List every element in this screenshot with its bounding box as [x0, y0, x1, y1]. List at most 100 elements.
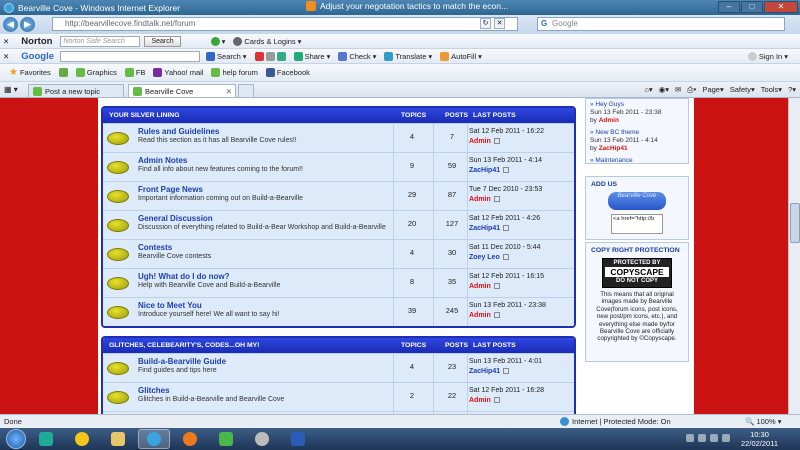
browser-search-input[interactable]: Google — [537, 17, 785, 31]
google-tools-icons[interactable] — [254, 51, 286, 61]
taskbar-word-icon[interactable] — [282, 429, 314, 449]
go-to-last-post-icon[interactable] — [503, 368, 510, 375]
forum-title-link[interactable]: Admin Notes — [138, 156, 187, 165]
last-post-author[interactable]: Admin — [469, 138, 491, 145]
recent-topic[interactable]: » Hey Guys Sun 13 Feb 2011 - 23:38 by Admi… — [586, 101, 688, 125]
maximize-button[interactable]: □ — [741, 1, 763, 13]
last-post-author[interactable]: Admin — [469, 283, 491, 290]
home-icon[interactable]: ⌂▾ — [644, 85, 652, 95]
forum-title-link[interactable]: Front Page News — [138, 185, 203, 194]
recent-topic-title[interactable]: » New BC theme — [590, 129, 688, 137]
ad-notice[interactable]: Adjust your negotation tactics to match … — [306, 1, 508, 11]
minimize-button[interactable]: – — [718, 1, 740, 13]
favorites-button[interactable]: ★ Favorites — [9, 67, 51, 78]
forum-row[interactable]: General Discussion Discussion of everythi… — [103, 210, 574, 239]
recent-topic-title[interactable]: » Hey Guys — [590, 101, 688, 109]
cards-logins-button[interactable]: Cards & Logins ▾ — [233, 36, 301, 46]
recent-topic[interactable]: » Maintenance — [586, 157, 688, 165]
taskbar-media-icon[interactable] — [30, 429, 62, 449]
stop-icon[interactable]: ✕ — [494, 18, 505, 29]
fav-fb[interactable]: FB — [124, 68, 145, 77]
forum-row[interactable]: Ugh! What do I do now? Help with Bearvill… — [103, 268, 574, 297]
sign-in-button[interactable]: Sign In ▾ — [747, 51, 788, 61]
norton-check-icon[interactable]: ▾ — [210, 36, 225, 46]
forum-row[interactable]: Build-a-Bearville Guide Find guides and t… — [103, 353, 574, 382]
go-to-last-post-icon[interactable] — [503, 225, 510, 232]
go-to-last-post-icon[interactable] — [502, 254, 509, 261]
scrollbar-thumb[interactable] — [790, 203, 800, 243]
feeds-icon[interactable]: ◉▾ — [659, 85, 669, 95]
go-to-last-post-icon[interactable] — [493, 397, 500, 404]
fav-facebook[interactable]: Facebook — [265, 68, 310, 77]
mail-icon[interactable]: ✉ — [675, 85, 681, 95]
close-toolbar-icon[interactable]: ✕ — [3, 37, 9, 46]
fav-help-forum[interactable]: help forum — [211, 68, 258, 77]
tray-icon[interactable] — [710, 434, 718, 442]
taskbar-messenger-icon[interactable] — [210, 429, 242, 449]
last-post-author[interactable]: Admin — [469, 196, 491, 203]
go-to-last-post-icon[interactable] — [493, 312, 500, 319]
go-to-last-post-icon[interactable] — [503, 167, 510, 174]
link-code-box[interactable]: <a href="http://b — [611, 214, 663, 234]
norton-search-button[interactable]: Search — [144, 35, 181, 47]
forum-row[interactable]: Contests Bearville Cove contests 4 30 Sat 11… — [103, 239, 574, 268]
taskbar-folder-icon[interactable] — [102, 429, 134, 449]
forum-row[interactable]: Front Page News Important information com… — [103, 181, 574, 210]
autofill-button[interactable]: AutoFill ▾ — [440, 51, 482, 61]
tools-menu[interactable]: Tools▾ — [761, 85, 782, 95]
tray-icon[interactable] — [698, 434, 706, 442]
recent-topic-author[interactable]: ZacHip41 — [599, 145, 628, 152]
share-button[interactable]: Share ▾ — [293, 51, 330, 61]
print-icon[interactable]: ⎙▾ — [687, 85, 696, 95]
last-post-author[interactable]: Zoey Leo — [469, 254, 500, 261]
add-us-logo[interactable]: Bearville Cove — [608, 192, 666, 210]
page-menu[interactable]: Page▾ — [702, 85, 723, 95]
last-post-author[interactable]: Admin — [469, 397, 491, 404]
fav-graphics[interactable]: Graphics — [75, 68, 117, 77]
refresh-icon[interactable]: ↻ — [480, 18, 491, 29]
check-button[interactable]: Check ▾ — [338, 51, 376, 61]
back-button[interactable]: ◀ — [3, 17, 18, 32]
go-to-last-post-icon[interactable] — [493, 283, 500, 290]
forum-row[interactable]: Rules and Guidelines Read this section as… — [103, 123, 574, 152]
norton-search-input[interactable]: Norton Safe Search — [60, 35, 141, 47]
taskbar-norton-icon[interactable] — [66, 429, 98, 449]
taskbar-ie-icon[interactable] — [138, 429, 170, 449]
tab-bearville-cove[interactable]: Bearville Cove ✕ — [128, 84, 236, 97]
copyscape-badge[interactable]: PROTECTED BY COPYSCAPE DO NOT COPY — [602, 258, 672, 288]
ad-text[interactable]: Adjust your negotation tactics to match … — [320, 1, 508, 11]
address-bar[interactable]: http://bearvillecove.findtalk.net/forum — [52, 17, 518, 31]
forum-row[interactable]: Glitches Glitches in Build-a-Bearville an… — [103, 382, 574, 411]
forum-row[interactable]: Admin Notes Find all info about new featu… — [103, 152, 574, 181]
google-search-input[interactable] — [60, 50, 201, 62]
forum-title-link[interactable]: Ugh! What do I do now? — [138, 272, 230, 281]
forum-title-link[interactable]: Contests — [138, 243, 172, 252]
safety-menu[interactable]: Safety▾ — [730, 85, 755, 95]
tray-icon[interactable] — [722, 434, 730, 442]
last-post-author[interactable]: ZacHip41 — [469, 167, 500, 174]
last-post-author[interactable]: Admin — [469, 312, 491, 319]
fav-yahoo-mail[interactable]: Yahoo! mail — [153, 68, 203, 77]
taskbar-disc-icon[interactable] — [246, 429, 278, 449]
go-to-last-post-icon[interactable] — [493, 196, 500, 203]
forum-title-link[interactable]: Build-a-Bearville Guide — [138, 357, 226, 366]
google-search-button[interactable]: Search ▾ — [206, 51, 247, 61]
tray-icon[interactable] — [686, 434, 694, 442]
quick-tabs-icon[interactable]: ▦ ▾ — [4, 85, 18, 94]
close-tab-icon[interactable]: ✕ — [226, 87, 232, 96]
go-to-last-post-icon[interactable] — [493, 138, 500, 145]
close-window-button[interactable]: ✕ — [764, 1, 798, 13]
forum-title-link[interactable]: General Discussion — [138, 214, 213, 223]
recent-topic-title[interactable]: » Maintenance — [590, 157, 688, 165]
tab-post-new-topic[interactable]: Post a new topic — [28, 84, 124, 97]
forum-title-link[interactable]: Rules and Guidelines — [138, 127, 219, 136]
help-icon[interactable]: ?▾ — [788, 85, 796, 95]
zoom-level[interactable]: 🔍 100% ▾ — [745, 417, 781, 426]
add-favorite-icon[interactable] — [58, 68, 68, 77]
forward-button[interactable]: ▶ — [20, 17, 35, 32]
recent-topic-author[interactable]: Admin — [599, 117, 619, 124]
translate-button[interactable]: Translate ▾ — [384, 51, 432, 61]
new-tab-button[interactable] — [238, 84, 254, 97]
taskbar-mediaplayer-icon[interactable] — [174, 429, 206, 449]
last-post-author[interactable]: ZacHip41 — [469, 225, 500, 232]
